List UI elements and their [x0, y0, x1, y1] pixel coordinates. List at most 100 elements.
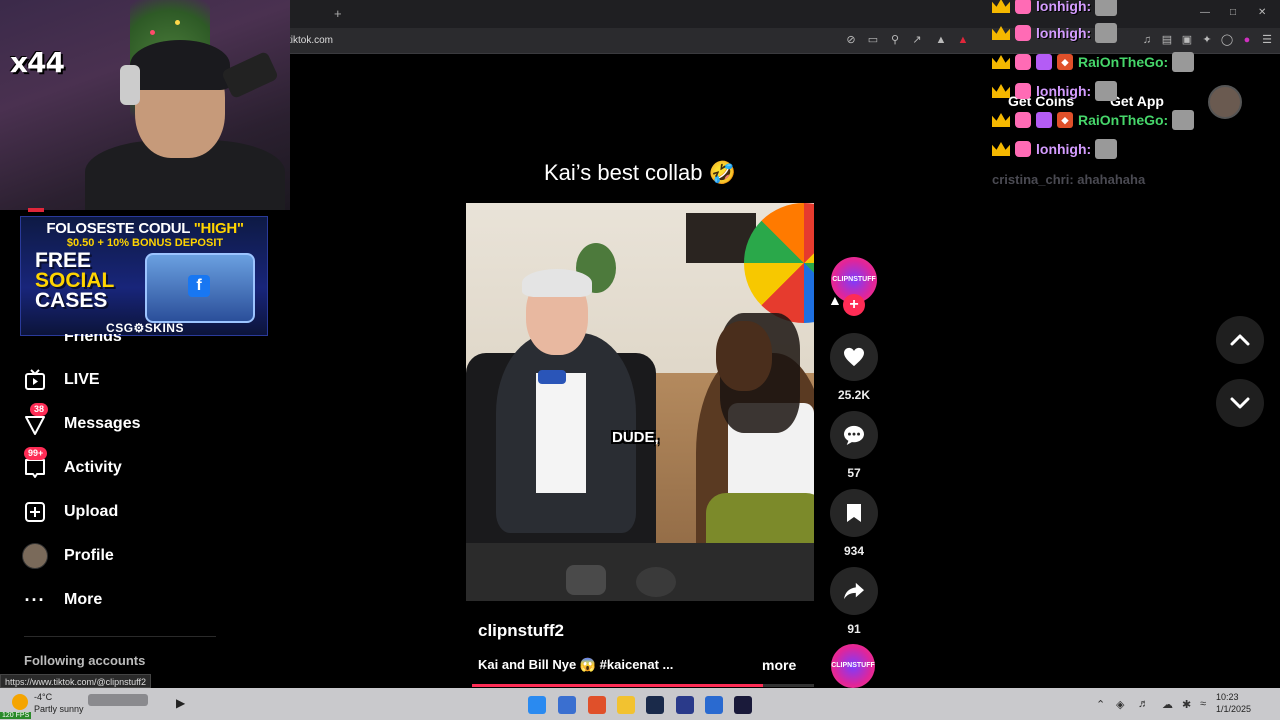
mute-icon[interactable]: ⊘: [844, 33, 858, 47]
menu-icon[interactable]: ☰: [1260, 33, 1274, 47]
crown-icon: [992, 142, 1010, 156]
video-player[interactable]: DUDE,: [466, 203, 814, 601]
chat-username: lonhigh:: [1036, 25, 1092, 41]
ad-banner-overlay: [20, 216, 268, 336]
brave-shield-icon[interactable]: ▲: [934, 33, 948, 47]
chevron-up-icon: [1230, 334, 1250, 346]
sidebar-item-profile[interactable]: Profile: [22, 541, 114, 571]
upload-icon: [22, 499, 48, 525]
onedrive-icon[interactable]: ☁: [1162, 698, 1173, 711]
minimize-icon[interactable]: —: [1200, 7, 1210, 18]
activity-icon: 99+: [22, 447, 48, 481]
network-icon[interactable]: ◈: [1116, 698, 1124, 711]
weather-sun-icon[interactable]: [12, 694, 28, 710]
user-avatar[interactable]: [1208, 85, 1242, 119]
video-description: Kai and Bill Nye 😱 #kaicenat ...: [478, 657, 674, 672]
chat-username: lonhigh:: [1036, 0, 1092, 14]
chat-message: lonhigh:: [992, 0, 1118, 17]
more-link[interactable]: more: [762, 657, 796, 673]
more-icon: ···: [24, 589, 46, 610]
sidebar-toggle-icon[interactable]: ▤: [1160, 33, 1174, 47]
rewards-icon[interactable]: ▲: [956, 33, 970, 47]
maximize-icon[interactable]: □: [1230, 7, 1236, 18]
notepad-icon[interactable]: [705, 696, 723, 714]
next-video-button[interactable]: [1216, 379, 1264, 427]
music-icon[interactable]: ♫: [1140, 33, 1154, 47]
following-accounts-heading: Following accounts: [24, 653, 146, 668]
chat-message: lonhigh:: [992, 22, 1118, 44]
cast-icon[interactable]: ▭: [866, 33, 880, 47]
media-widget[interactable]: [88, 694, 148, 706]
tier-badge-icon: ◆: [1057, 112, 1073, 128]
subscriber-badge-icon: [1015, 54, 1031, 70]
close-window-icon[interactable]: ✕: [1258, 7, 1266, 18]
share-button[interactable]: [830, 567, 878, 615]
heart-icon: [844, 347, 864, 367]
video-progress-fill: [472, 684, 763, 687]
bluetooth-icon[interactable]: ✱: [1182, 698, 1191, 711]
comment-button[interactable]: [830, 411, 878, 459]
tree-light: [175, 20, 180, 25]
file-explorer-icon[interactable]: [617, 696, 635, 714]
like-button[interactable]: [830, 333, 878, 381]
sidebar-item-upload[interactable]: Upload: [22, 497, 118, 527]
clock-date[interactable]: 1/1/2025: [1216, 704, 1251, 714]
status-bar-url: https://www.tiktok.com/@clipnstuff2: [0, 674, 152, 688]
discord-icon[interactable]: [676, 696, 694, 714]
video-person-right-head: [716, 321, 772, 391]
task-view-icon[interactable]: [558, 696, 576, 714]
sidebar-item-live[interactable]: LIVE: [22, 365, 100, 395]
messages-badge: 38: [30, 403, 49, 416]
subscriber-badge-icon: [1015, 141, 1031, 157]
chat-username: lonhigh:: [1036, 141, 1092, 157]
streamer-hat: [130, 40, 230, 90]
vpn-icon[interactable]: ◯: [1220, 33, 1234, 47]
zoom-icon[interactable]: ⚲: [888, 33, 902, 47]
crown-icon: [992, 113, 1010, 127]
follow-plus-button[interactable]: +: [843, 294, 865, 316]
profile-extension-icon[interactable]: ●: [1240, 33, 1254, 47]
activity-badge: 99+: [24, 447, 48, 460]
tier-badge-icon: ◆: [1057, 54, 1073, 70]
sidebar-item-label: Upload: [64, 503, 119, 520]
wallet-icon[interactable]: ▣: [1180, 33, 1194, 47]
video-bowtie: [538, 370, 566, 384]
video-desk-item: [566, 565, 606, 595]
video-caption-overlay: DUDE,: [612, 429, 659, 446]
gift-badge-icon: [1036, 54, 1052, 70]
play-icon[interactable]: ▶: [176, 696, 194, 714]
sidebar-item-more[interactable]: ··· More: [22, 585, 103, 615]
share-count: 91: [847, 622, 861, 636]
clock-time[interactable]: 10:23: [1216, 692, 1239, 702]
video-author[interactable]: clipnstuff2: [478, 621, 564, 641]
save-button[interactable]: [830, 489, 878, 537]
tray-overflow-icon[interactable]: ⌃: [1096, 698, 1105, 711]
obs-icon[interactable]: [734, 696, 752, 714]
share-icon[interactable]: ↗: [910, 33, 924, 47]
new-tab-button[interactable]: +: [334, 6, 342, 21]
sidebar-item-messages[interactable]: 38 Messages: [22, 403, 141, 439]
wifi-icon[interactable]: ≈: [1200, 698, 1206, 710]
emote-icon: [1095, 139, 1118, 159]
messages-icon: 38: [22, 403, 49, 437]
extensions-icon[interactable]: ✦: [1200, 33, 1214, 47]
chat-message: ◆ RaiOnTheGo:: [992, 109, 1195, 131]
previous-video-button[interactable]: [1216, 316, 1264, 364]
weather-description[interactable]: Partly sunny: [34, 704, 84, 714]
chat-username: RaiOnTheGo:: [1078, 54, 1169, 70]
brave-browser-icon[interactable]: [588, 696, 606, 714]
video-person-left-hair: [522, 269, 592, 297]
start-icon[interactable]: [528, 696, 546, 714]
sidebar-item-activity[interactable]: 99+ Activity: [22, 447, 122, 483]
volume-icon[interactable]: ♬: [1138, 698, 1149, 710]
get-app-button[interactable]: Get App: [1110, 93, 1164, 109]
microphone: [221, 50, 279, 100]
weather-temperature[interactable]: -4°C: [34, 692, 52, 702]
steam-icon[interactable]: [646, 696, 664, 714]
live-icon: [22, 367, 48, 393]
sound-avatar-label: CLIPNSTUFF: [831, 662, 875, 669]
sound-avatar[interactable]: CLIPNSTUFF: [831, 644, 875, 688]
sidebar-divider: [24, 636, 216, 637]
webcam-overlay-text: x44: [10, 46, 65, 79]
subscriber-badge-icon: [1015, 112, 1031, 128]
